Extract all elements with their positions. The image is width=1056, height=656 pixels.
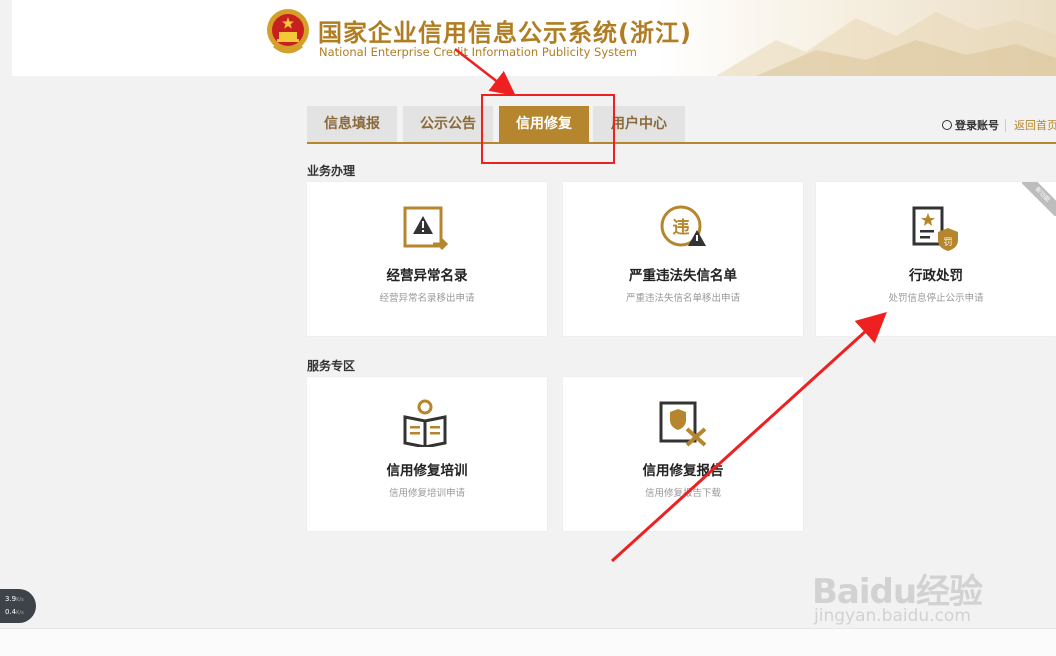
penalty-document-icon: 罚 [912,204,960,252]
page-footer-strip [0,628,1056,656]
card-credit-repair-training[interactable]: 信用修复培训 信用修复培训申请 [307,377,547,531]
card-administrative-penalty[interactable]: 新功能 罚 行政处罚 处罚信息停止公示申请 [816,182,1056,336]
card-title: 严重违法失信名单 [629,268,737,284]
user-icon [942,120,952,130]
upload-speed: 3.9 [5,595,17,603]
login-link[interactable]: 登录账号 [955,119,999,132]
card-title: 信用修复报告 [642,463,724,479]
back-home-link[interactable]: 返回首页 [1005,119,1056,132]
warning-document-icon [403,204,451,252]
baidu-jingyan-watermark: Baidu经验 jingyan.baidu.com [812,560,1012,632]
card-credit-repair-report[interactable]: 信用修复报告 信用修复报告下载 [563,377,803,531]
card-title: 经营异常名录 [386,268,468,284]
download-speed: 0.4 [5,608,17,616]
card-serious-violation-list[interactable]: 违 严重违法失信名单 严重违法失信名单移出申请 [563,182,803,336]
watermark-url: jingyan.baidu.com [814,606,971,626]
card-subtitle: 信用修复报告下载 [644,488,721,499]
report-tools-icon [659,399,707,447]
annotation-highlight-box [481,94,615,164]
section-title-service: 服务专区 [307,359,356,373]
top-links: 登录账号 返回首页 [942,117,1056,133]
site-subtitle: National Enterprise Credit Information P… [319,45,637,59]
site-title: 国家企业信用信息公示系统(浙江) [318,19,692,47]
network-speed-widget: 3.9K/s 0.4K/s [0,589,36,623]
tab-info-filling[interactable]: 信息填报 [307,106,397,142]
mountain-banner-decoration [656,0,1056,76]
card-subtitle: 处罚信息停止公示申请 [888,293,984,304]
section-title-business: 业务办理 [307,164,356,178]
new-feature-corner-badge: 新功能 [1022,182,1056,216]
svg-text:罚: 罚 [943,237,952,248]
card-subtitle: 严重违法失信名单移出申请 [625,293,740,304]
national-emblem-icon [266,8,310,56]
card-title: 行政处罚 [909,268,963,284]
card-subtitle: 经营异常名录移出申请 [379,293,475,304]
svg-text:违: 违 [673,217,690,238]
tab-public-notice[interactable]: 公示公告 [403,106,493,142]
card-title: 信用修复培训 [386,463,468,479]
training-book-icon [403,399,451,449]
card-subtitle: 信用修复培训申请 [388,488,465,499]
violation-badge-icon: 违 [659,204,707,252]
card-abnormal-operation-list[interactable]: 经营异常名录 经营异常名录移出申请 [307,182,547,336]
site-header: 国家企业信用信息公示系统(浙江) National Enterprise Cre… [12,0,1056,76]
